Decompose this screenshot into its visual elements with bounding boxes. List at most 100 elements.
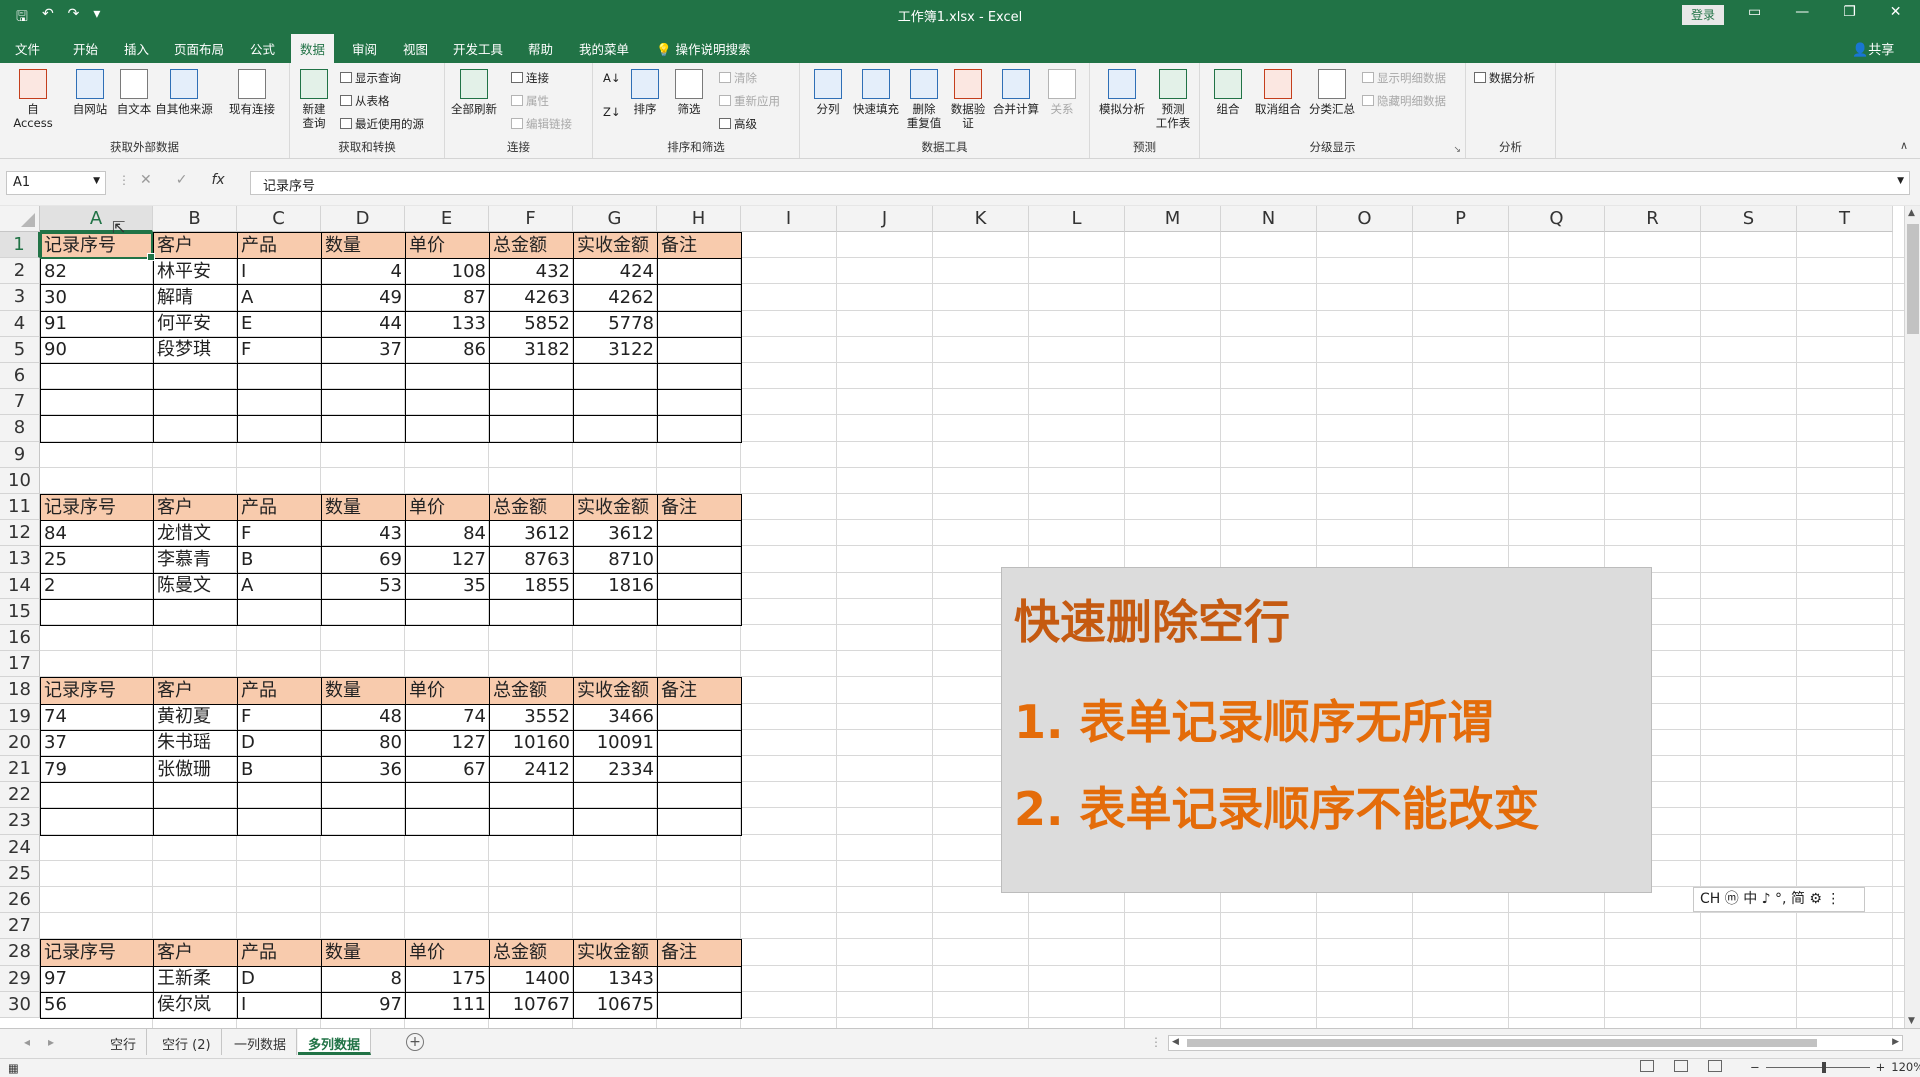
table-cell[interactable] (657, 389, 742, 417)
table-cell[interactable]: 陈曼文 (153, 572, 238, 600)
table-cell[interactable]: 段梦琪 (153, 336, 238, 364)
header-cell[interactable]: 实收金额 (573, 677, 658, 705)
add-sheet-icon[interactable]: + (406, 1033, 424, 1051)
header-cell[interactable]: 记录序号 (40, 677, 154, 705)
scroll-right-icon[interactable]: ▶ (1892, 1037, 1899, 1047)
table-cell[interactable]: 10767 (489, 991, 574, 1019)
table-cell[interactable] (489, 389, 574, 417)
remove-duplicates-button[interactable]: 删除 重复值 (902, 69, 946, 130)
header-cell[interactable]: 备注 (657, 677, 742, 705)
header-cell[interactable]: 记录序号 (40, 939, 154, 967)
sort-button[interactable]: 排序 (623, 69, 667, 116)
from-text-button[interactable]: 自文本 (112, 69, 156, 116)
column-header-p[interactable]: P (1413, 206, 1509, 232)
table-cell[interactable] (40, 782, 154, 810)
table-cell[interactable]: E (237, 310, 322, 338)
table-cell[interactable] (40, 389, 154, 417)
table-cell[interactable]: 74 (40, 703, 154, 731)
table-cell[interactable]: F (237, 703, 322, 731)
row-header-10[interactable]: 10 (0, 467, 40, 494)
ime-toolbar[interactable]: CH ⓜ 中 ♪ °, 简 ⚙ ⋮ (1693, 887, 1865, 912)
from-access-button[interactable]: 自 Access (8, 69, 58, 130)
vertical-scrollbar[interactable]: ▲ ▼ (1904, 206, 1920, 1028)
scroll-down-icon[interactable]: ▼ (1908, 1016, 1915, 1026)
table-cell[interactable]: 49 (321, 284, 406, 312)
worksheet-grid[interactable]: ABCDEFGHIJKLMNOPQRST 1 2 3 4 5 6 7 8 9 10 11 12 13 14… (0, 206, 1904, 1028)
header-cell[interactable]: 产品 (237, 231, 322, 260)
table-cell[interactable] (657, 703, 742, 731)
group-button[interactable]: 组合 (1206, 69, 1250, 116)
table-cell[interactable] (405, 389, 490, 417)
restore-icon[interactable]: ❐ (1843, 4, 1856, 20)
dialog-launcher-icon[interactable]: ↘ (1453, 145, 1461, 155)
table-cell[interactable]: 2412 (489, 755, 574, 784)
header-cell[interactable]: 备注 (657, 231, 742, 260)
row-header-29[interactable]: 29 (0, 965, 40, 992)
advanced-filter-button[interactable]: 高级 (719, 116, 757, 132)
table-cell[interactable]: 97 (321, 991, 406, 1019)
table-cell[interactable]: 3612 (573, 520, 658, 548)
table-cell[interactable] (657, 991, 742, 1019)
table-cell[interactable] (153, 389, 238, 417)
login-button[interactable]: 登录 (1682, 5, 1724, 25)
row-header-27[interactable]: 27 (0, 913, 40, 940)
table-cell[interactable]: 10160 (489, 729, 574, 757)
table-cell[interactable]: I (237, 991, 322, 1019)
header-cell[interactable]: 数量 (321, 231, 406, 260)
data-validation-button[interactable]: 数据验 证 (946, 69, 990, 130)
header-cell[interactable]: 记录序号 (40, 493, 154, 522)
table-cell[interactable]: 1400 (489, 965, 574, 993)
header-cell[interactable]: 客户 (153, 677, 238, 705)
table-cell[interactable] (40, 362, 154, 391)
column-header-d[interactable]: D (321, 206, 405, 232)
expand-formula-icon[interactable]: ▼ (1897, 176, 1904, 186)
zoom-level[interactable]: 120% (1891, 1060, 1920, 1074)
table-cell[interactable]: 90 (40, 336, 154, 364)
row-header-15[interactable]: 15 (0, 598, 40, 625)
sheet-tab-blank-rows[interactable]: 空行 (100, 1029, 148, 1055)
column-header-b[interactable]: B (153, 206, 237, 232)
header-cell[interactable]: 总金额 (489, 677, 574, 705)
header-cell[interactable]: 实收金额 (573, 493, 658, 522)
header-cell[interactable]: 总金额 (489, 939, 574, 967)
forecast-sheet-button[interactable]: 预测 工作表 (1150, 69, 1196, 130)
table-cell[interactable]: 黄初夏 (153, 703, 238, 731)
table-cell[interactable]: 2 (40, 572, 154, 600)
table-cell[interactable]: F (237, 336, 322, 364)
tell-me-search[interactable]: 💡 操作说明搜索 (656, 39, 751, 58)
table-cell[interactable] (405, 808, 490, 836)
table-cell[interactable]: 10675 (573, 991, 658, 1019)
row-header-16[interactable]: 16 (0, 625, 40, 652)
table-cell[interactable]: 133 (405, 310, 490, 338)
table-cell[interactable]: 2334 (573, 755, 658, 784)
row-header-13[interactable]: 13 (0, 546, 40, 573)
table-cell[interactable]: 侯尔岚 (153, 991, 238, 1019)
table-cell[interactable]: 林平安 (153, 258, 238, 286)
table-cell[interactable]: 56 (40, 991, 154, 1019)
table-cell[interactable]: 84 (40, 520, 154, 548)
close-icon[interactable]: ✕ (1890, 4, 1902, 20)
column-header-g[interactable]: G (573, 206, 657, 232)
column-header-m[interactable]: M (1125, 206, 1221, 232)
table-cell[interactable] (657, 284, 742, 312)
zoom-in-icon[interactable]: + (1876, 1060, 1886, 1074)
table-cell[interactable]: 43 (321, 520, 406, 548)
column-header-j[interactable]: J (837, 206, 933, 232)
header-cell[interactable]: 备注 (657, 939, 742, 967)
row-header-2[interactable]: 2 (0, 258, 40, 285)
row-header-20[interactable]: 20 (0, 729, 40, 756)
table-cell[interactable] (153, 415, 238, 443)
flash-fill-button[interactable]: 快速填充 (850, 69, 902, 116)
table-cell[interactable] (657, 520, 742, 548)
table-cell[interactable]: 53 (321, 572, 406, 600)
table-cell[interactable]: 3182 (489, 336, 574, 364)
row-header-28[interactable]: 28 (0, 939, 40, 966)
table-cell[interactable]: 37 (321, 336, 406, 364)
tab-page-layout[interactable]: 页面布局 (174, 39, 224, 58)
table-cell[interactable] (657, 336, 742, 364)
zoom-out-icon[interactable]: − (1750, 1060, 1760, 1074)
row-header-24[interactable]: 24 (0, 834, 40, 861)
table-cell[interactable] (405, 782, 490, 810)
sheet-tab-single-column[interactable]: 一列数据 (224, 1029, 298, 1055)
table-cell[interactable] (237, 782, 322, 810)
